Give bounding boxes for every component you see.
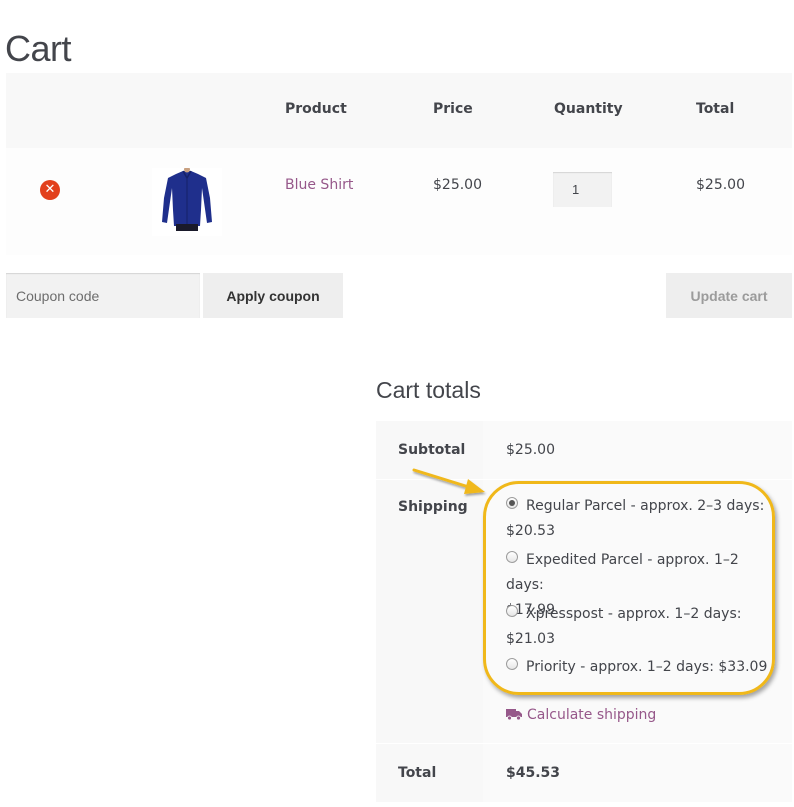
shipping-option-priority[interactable]: Priority - approx. 1–2 days: $33.09: [506, 655, 776, 680]
shipping-option-regular-parcel[interactable]: Regular Parcel - approx. 2–3 days: $20.5…: [506, 494, 776, 544]
shipping-option-price: $21.03: [506, 631, 555, 647]
radio-button[interactable]: [506, 658, 518, 670]
coupon-code-input[interactable]: [6, 273, 200, 318]
product-link[interactable]: Blue Shirt: [285, 177, 353, 193]
shipping-option-label: Regular Parcel - approx. 2–3 days:: [526, 498, 765, 514]
radio-button[interactable]: [506, 551, 518, 563]
cart-table-header: Product Price Quantity Total: [6, 73, 792, 148]
shipping-option-label: Xpresspost - approx. 1–2 days:: [526, 606, 742, 622]
shipping-label: Shipping: [398, 499, 468, 515]
total-label: Total: [398, 765, 437, 781]
row-divider: [376, 743, 792, 744]
row-divider: [376, 479, 792, 480]
cart-totals-title: Cart totals: [376, 377, 481, 403]
radio-button[interactable]: [506, 605, 518, 617]
shipping-option-price: $20.53: [506, 523, 555, 539]
apply-coupon-button[interactable]: Apply coupon: [203, 273, 343, 318]
page-title: Cart: [5, 28, 72, 70]
column-header-product: Product: [285, 101, 347, 117]
subtotal-value: $25.00: [506, 442, 555, 458]
cart-totals-table: Subtotal $25.00 Shipping Regular Parcel …: [376, 421, 792, 802]
table-row: ✕ Blue Shirt $25.00 $25.00: [6, 148, 792, 255]
column-header-total: Total: [696, 101, 735, 117]
subtotal-label: Subtotal: [398, 442, 466, 458]
product-subtotal: $25.00: [696, 177, 745, 193]
shipping-option-xpresspost[interactable]: Xpresspost - approx. 1–2 days: $21.03: [506, 602, 776, 652]
calculate-shipping-label: Calculate shipping: [527, 707, 657, 723]
column-header-quantity: Quantity: [554, 101, 623, 117]
product-thumbnail[interactable]: [152, 168, 222, 236]
remove-item-icon[interactable]: ✕: [40, 180, 60, 200]
update-cart-button[interactable]: Update cart: [666, 273, 792, 318]
shipping-option-label: Expedited Parcel - approx. 1–2 days:: [506, 552, 739, 593]
column-header-price: Price: [433, 101, 473, 117]
quantity-input[interactable]: [553, 172, 612, 207]
cart-table: Product Price Quantity Total ✕ Blue Shir…: [6, 73, 792, 255]
truck-icon: [506, 709, 522, 720]
calculate-shipping-link[interactable]: Calculate shipping: [506, 707, 656, 723]
shipping-option-label: Priority - approx. 1–2 days: $33.09: [526, 659, 768, 675]
radio-button[interactable]: [506, 497, 518, 509]
product-price: $25.00: [433, 177, 482, 193]
total-value: $45.53: [506, 765, 561, 781]
